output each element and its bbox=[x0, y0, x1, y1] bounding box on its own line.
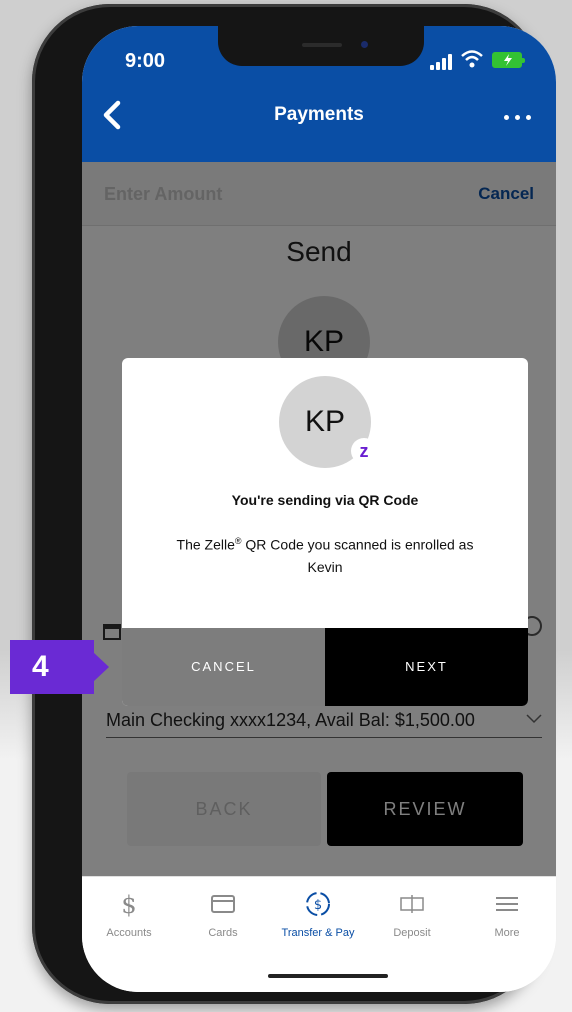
more-options-icon[interactable] bbox=[504, 112, 534, 122]
speaker bbox=[302, 43, 342, 47]
phone-screen: 9:00 Payments Enter Amount Cancel Send bbox=[82, 26, 556, 992]
tab-more[interactable]: More bbox=[460, 889, 554, 949]
battery-icon bbox=[492, 52, 525, 68]
status-time: 9:00 bbox=[125, 50, 166, 72]
svg-text:$: $ bbox=[121, 891, 136, 919]
tab-accounts[interactable]: $ Accounts bbox=[82, 889, 176, 949]
tab-cards[interactable]: Cards bbox=[176, 889, 270, 949]
dialog-message: The Zelle® QR Code you scanned is enroll… bbox=[176, 536, 474, 575]
svg-text:$: $ bbox=[314, 898, 322, 913]
status-icons bbox=[430, 50, 530, 70]
menu-icon bbox=[496, 897, 518, 911]
dialog-next-button[interactable]: NEXT bbox=[325, 628, 528, 706]
bottom-tab-bar: $ Accounts Cards $ Transfer & Pay Deposi… bbox=[82, 876, 556, 992]
step-number-badge: 4 bbox=[10, 640, 109, 694]
transfer-icon: $ bbox=[306, 892, 330, 916]
tab-transfer-pay[interactable]: $ Transfer & Pay bbox=[271, 889, 365, 949]
zelle-icon: z bbox=[351, 438, 377, 464]
tab-deposit[interactable]: Deposit bbox=[365, 889, 459, 949]
wifi-icon bbox=[461, 50, 483, 68]
page-title: Payments bbox=[274, 104, 364, 125]
card-icon bbox=[211, 895, 235, 913]
front-camera bbox=[361, 41, 368, 48]
home-indicator bbox=[268, 974, 388, 978]
app-header: 9:00 Payments bbox=[82, 26, 556, 162]
dialog-heading: You're sending via QR Code bbox=[231, 492, 419, 508]
signal-icon bbox=[430, 54, 452, 70]
dialog-cancel-button[interactable]: CANCEL bbox=[122, 628, 325, 706]
qr-confirm-dialog: KP z You're sending via QR Code The Zell… bbox=[122, 358, 528, 706]
dollar-icon: $ bbox=[121, 891, 136, 919]
check-deposit-icon bbox=[400, 895, 424, 913]
recipient-name: Kevin bbox=[307, 558, 343, 575]
notch bbox=[218, 26, 424, 66]
